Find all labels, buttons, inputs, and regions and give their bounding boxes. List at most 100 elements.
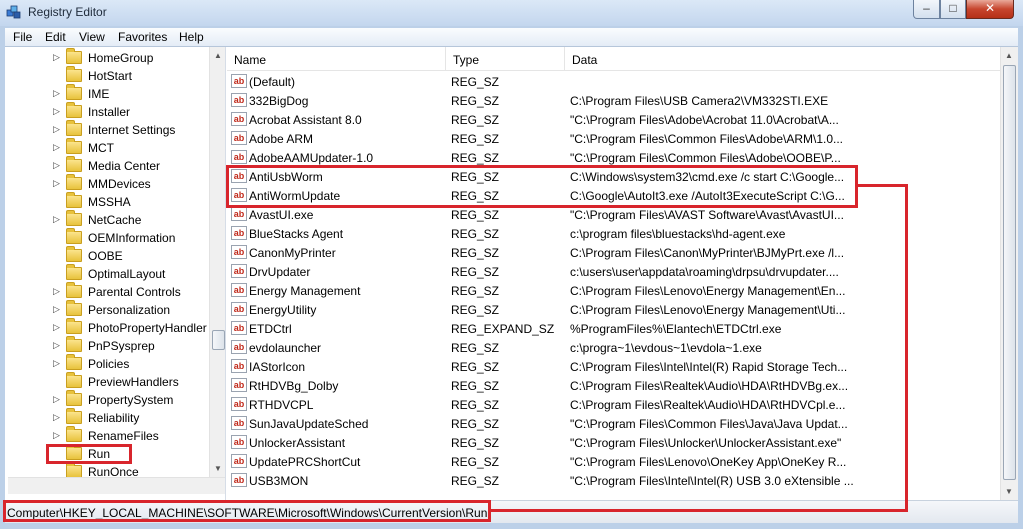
expand-arrow-icon[interactable]: ▷ bbox=[53, 52, 60, 63]
expand-arrow-icon[interactable]: ▷ bbox=[53, 304, 60, 315]
value-row[interactable]: ab BlueStacks Agent REG_SZ c:\program files… bbox=[227, 224, 1000, 243]
value-row[interactable]: ab Acrobat Assistant 8.0 REG_SZ "C:\Program… bbox=[227, 110, 1000, 129]
column-data[interactable]: Data bbox=[565, 47, 1000, 71]
string-value-icon: ab bbox=[231, 112, 247, 126]
tree-item[interactable]: ▷ Installer bbox=[8, 102, 208, 121]
menu-view[interactable]: View bbox=[79, 30, 105, 44]
list-header: Name Type Data bbox=[227, 47, 1000, 71]
value-row[interactable]: ab UpdatePRCShortCut REG_SZ "C:\Program Fil… bbox=[227, 452, 1000, 471]
value-row[interactable]: ab DrvUpdater REG_SZ c:\users\user\appdata\… bbox=[227, 262, 1000, 281]
expand-arrow-icon[interactable]: ▷ bbox=[53, 160, 60, 171]
value-data: "C:\Program Files\Adobe\Acrobat 11.0\Acr… bbox=[570, 113, 839, 127]
key-tree: RunOnce Run ▷ RenameFiles ▷ Reliability ▷ Prope… bbox=[8, 47, 226, 500]
value-row[interactable]: ab SunJavaUpdateSched REG_SZ "C:\Program Fi… bbox=[227, 414, 1000, 433]
expand-arrow-icon[interactable]: ▷ bbox=[53, 106, 60, 117]
expand-arrow-icon[interactable]: ▷ bbox=[53, 286, 60, 297]
column-type[interactable]: Type bbox=[446, 47, 565, 71]
maximize-button[interactable]: □ bbox=[940, 0, 966, 19]
expand-arrow-icon[interactable]: ▷ bbox=[53, 322, 60, 333]
expand-arrow-icon[interactable]: ▷ bbox=[53, 142, 60, 153]
tree-scrollbar[interactable]: ▲ ▼ bbox=[209, 47, 225, 477]
tree-item[interactable]: ▷ Internet Settings bbox=[8, 120, 208, 139]
tree-item-label: PhotoPropertyHandler bbox=[88, 321, 207, 335]
expand-arrow-icon[interactable]: ▷ bbox=[53, 340, 60, 351]
tree-item[interactable]: ▷ NetCache bbox=[8, 210, 208, 229]
scroll-down-icon[interactable]: ▼ bbox=[210, 460, 225, 477]
folder-icon bbox=[66, 192, 82, 208]
expand-arrow-icon[interactable]: ▷ bbox=[53, 358, 60, 369]
value-row[interactable]: ab 332BigDog REG_SZ C:\Program Files\USB Ca… bbox=[227, 91, 1000, 110]
value-data: c:\progra~1\evdous~1\evdola~1.exe bbox=[570, 341, 762, 355]
string-value-icon: ab bbox=[231, 416, 247, 430]
column-name[interactable]: Name bbox=[227, 47, 446, 71]
value-row[interactable]: ab (Default) REG_SZ bbox=[227, 72, 1000, 91]
menu-help[interactable]: Help bbox=[179, 30, 204, 44]
menu-edit[interactable]: Edit bbox=[45, 30, 66, 44]
expand-arrow-icon[interactable]: ▷ bbox=[53, 88, 60, 99]
value-row[interactable]: ab Energy Management REG_SZ C:\Program File… bbox=[227, 281, 1000, 300]
tree-item[interactable]: ▷ Media Center bbox=[8, 156, 208, 175]
value-row[interactable]: ab CanonMyPrinter REG_SZ C:\Program Files\C… bbox=[227, 243, 1000, 262]
title-bar[interactable]: Registry Editor – □ ✕ bbox=[0, 0, 1023, 26]
tree-item-label: Media Center bbox=[88, 159, 161, 173]
tree-item[interactable]: OEMInformation bbox=[8, 228, 208, 247]
value-row[interactable]: ab evdolauncher REG_SZ c:\progra~1\evdous~1… bbox=[227, 338, 1000, 357]
value-data: C:\Program Files\Intel\Intel(R) Rapid St… bbox=[570, 360, 848, 374]
expand-arrow-icon[interactable]: ▷ bbox=[53, 394, 60, 405]
tree-item-label: RenameFiles bbox=[88, 429, 159, 443]
tree-item[interactable]: ▷ RenameFiles bbox=[8, 426, 208, 445]
tree-item[interactable]: ▷ PropertySystem bbox=[8, 390, 208, 409]
folder-icon bbox=[66, 246, 82, 262]
folder-icon bbox=[66, 408, 82, 424]
tree-item[interactable]: ▷ IME bbox=[8, 84, 208, 103]
value-row[interactable]: ab RTHDVCPL REG_SZ C:\Program Files\Realtek… bbox=[227, 395, 1000, 414]
tree-item[interactable]: MSSHA bbox=[8, 192, 208, 211]
tree-item[interactable]: OOBE bbox=[8, 246, 208, 265]
value-row[interactable]: ab Adobe ARM REG_SZ "C:\Program Files\Commo… bbox=[227, 129, 1000, 148]
scroll-thumb[interactable] bbox=[1003, 65, 1016, 480]
tree-item[interactable]: HotStart bbox=[8, 66, 208, 85]
expand-arrow-icon[interactable]: ▷ bbox=[53, 124, 60, 135]
tree-item-label: HotStart bbox=[88, 69, 133, 83]
value-row[interactable]: ab UnlockerAssistant REG_SZ "C:\Program Fil… bbox=[227, 433, 1000, 452]
tree-item[interactable]: ▷ Reliability bbox=[8, 408, 208, 427]
list-scrollbar[interactable]: ▲ ▼ bbox=[1000, 47, 1018, 500]
value-row[interactable]: ab IAStorIcon REG_SZ C:\Program Files\Intel… bbox=[227, 357, 1000, 376]
value-name: CanonMyPrinter bbox=[249, 246, 336, 260]
scroll-up-icon[interactable]: ▲ bbox=[210, 47, 225, 64]
minimize-button[interactable]: – bbox=[913, 0, 940, 19]
string-value-icon: ab bbox=[231, 131, 247, 145]
value-type: REG_SZ bbox=[451, 436, 500, 450]
scroll-thumb[interactable] bbox=[212, 330, 225, 350]
close-button[interactable]: ✕ bbox=[966, 0, 1014, 19]
tree-item[interactable]: ▷ Parental Controls bbox=[8, 282, 208, 301]
scroll-up-icon[interactable]: ▲ bbox=[1001, 47, 1017, 64]
value-row[interactable]: ab EnergyUtility REG_SZ C:\Program Files\Le… bbox=[227, 300, 1000, 319]
tree-item[interactable]: ▷ PhotoPropertyHandler bbox=[8, 318, 208, 337]
expand-arrow-icon[interactable]: ▷ bbox=[53, 412, 60, 423]
tree-item[interactable]: OptimalLayout bbox=[8, 264, 208, 283]
value-row[interactable]: ab RtHDVBg_Dolby REG_SZ C:\Program Files\Re… bbox=[227, 376, 1000, 395]
tree-item-label: Internet Settings bbox=[88, 123, 176, 137]
value-row[interactable]: ab USB3MON REG_SZ "C:\Program Files\Intel\I… bbox=[227, 471, 1000, 490]
menu-favorites[interactable]: Favorites bbox=[118, 30, 167, 44]
tree-item[interactable]: ▷ PnPSysprep bbox=[8, 336, 208, 355]
tree-item-label: NetCache bbox=[88, 213, 142, 227]
string-value-icon: ab bbox=[231, 245, 247, 259]
tree-horizontal-scrollbar[interactable] bbox=[8, 477, 225, 494]
string-value-icon: ab bbox=[231, 340, 247, 354]
tree-item[interactable]: ▷ Policies bbox=[8, 354, 208, 373]
expand-arrow-icon[interactable]: ▷ bbox=[53, 214, 60, 225]
tree-item[interactable]: ▷ Personalization bbox=[8, 300, 208, 319]
value-row[interactable]: ab ETDCtrl REG_EXPAND_SZ %ProgramFiles%\Ela… bbox=[227, 319, 1000, 338]
tree-item[interactable]: PreviewHandlers bbox=[8, 372, 208, 391]
expand-arrow-icon[interactable]: ▷ bbox=[53, 178, 60, 189]
tree-item[interactable]: ▷ MCT bbox=[8, 138, 208, 157]
tree-item[interactable]: ▷ HomeGroup bbox=[8, 48, 208, 67]
value-name: evdolauncher bbox=[249, 341, 322, 355]
tree-item[interactable]: ▷ MMDevices bbox=[8, 174, 208, 193]
scroll-down-icon[interactable]: ▼ bbox=[1001, 483, 1017, 500]
value-type: REG_SZ bbox=[451, 75, 500, 89]
expand-arrow-icon[interactable]: ▷ bbox=[53, 430, 60, 441]
menu-file[interactable]: File bbox=[13, 30, 32, 44]
